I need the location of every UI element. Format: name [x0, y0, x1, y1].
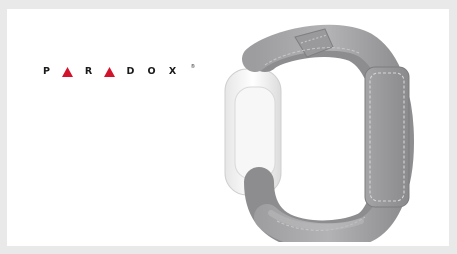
wrist-panic-button-icon [224, 24, 415, 246]
registered-mark: ® [191, 64, 195, 70]
wrist-panic-button-image [215, 17, 435, 246]
paradox-logo: P R D O X ® [36, 64, 195, 80]
logo-letter-a-triangle [57, 64, 78, 80]
logo-letter: P [43, 66, 50, 77]
product-card: P R D O X ® [7, 9, 449, 246]
logo-letter: D [126, 66, 135, 77]
logo-letter: O [147, 66, 156, 77]
logo-letter: R [84, 66, 93, 77]
logo-letter-a-triangle [99, 64, 120, 80]
logo-letter: X [168, 66, 177, 77]
